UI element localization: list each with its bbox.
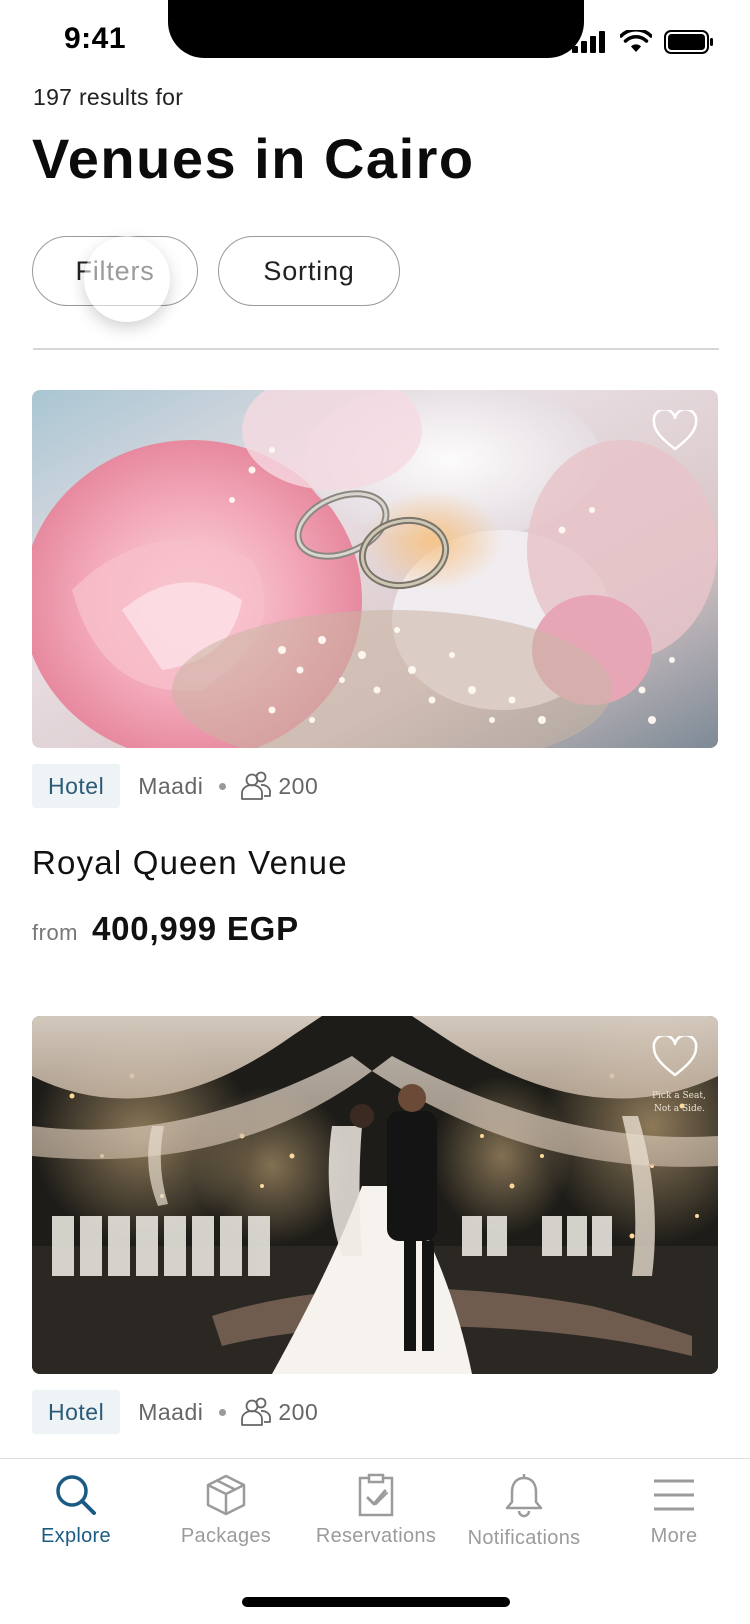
device-notch [168, 0, 584, 58]
favorite-heart-icon[interactable] [652, 1036, 698, 1078]
venue-meta: Hotel Maadi 200 [32, 1390, 318, 1434]
wifi-icon [620, 30, 652, 52]
tab-notifications[interactable]: Notifications [449, 1473, 599, 1550]
tab-label: Packages [180, 1525, 272, 1547]
tab-label: More [650, 1525, 698, 1547]
wedding-rings-photo [32, 390, 718, 748]
tab-packages[interactable]: Packages [151, 1473, 301, 1548]
home-indicator[interactable] [242, 1597, 510, 1607]
tab-label: Explore [41, 1525, 111, 1547]
venue-area: Maadi [138, 772, 204, 799]
tab-explore[interactable]: Explore [1, 1473, 151, 1548]
status-bar: 9:41 [0, 0, 750, 70]
venue-price-row: from 400,999 EGP [32, 910, 299, 948]
page-title: Venues in Cairo [32, 127, 475, 190]
price-prefix: from [32, 920, 78, 945]
venue-type-tag: Hotel [32, 1390, 121, 1434]
sorting-button[interactable]: Sorting [218, 236, 400, 306]
separator-dot [219, 782, 227, 790]
favorite-heart-icon[interactable] [652, 410, 698, 452]
svg-text:Not a Side.: Not a Side. [654, 1104, 705, 1114]
tab-label: Notifications [467, 1527, 581, 1549]
header-divider [33, 348, 719, 350]
separator-dot [219, 1408, 227, 1416]
venue-name[interactable]: Royal Queen Venue [32, 844, 348, 882]
app-screen: 9:41 197 results for Venues in Cairo Fil… [0, 0, 750, 1624]
menu-icon [654, 1479, 694, 1511]
results-count: 197 results for [33, 84, 184, 110]
tab-reservations[interactable]: Reservations [301, 1473, 451, 1548]
venue-card[interactable]: Hotel Maadi 200 Royal Queen Venue from 4… [32, 390, 718, 950]
venue-type-tag: Hotel [32, 764, 121, 808]
tab-label: Reservations [315, 1525, 437, 1547]
touch-indicator [84, 236, 170, 322]
bell-icon [505, 1474, 543, 1518]
venue-capacity: 200 [278, 1398, 319, 1425]
svg-text:Pick a Seat,: Pick a Seat, [652, 1091, 706, 1101]
tab-more[interactable]: More [599, 1473, 749, 1548]
battery-icon [664, 30, 713, 54]
venue-meta: Hotel Maadi 200 [32, 764, 318, 808]
guests-icon [241, 1397, 272, 1426]
package-box-icon [206, 1474, 246, 1516]
venue-image[interactable]: Pick a Seat, Not a Side. [32, 1016, 718, 1374]
venue-image[interactable] [32, 390, 718, 748]
venue-area: Maadi [138, 1398, 204, 1425]
clipboard-check-icon [358, 1473, 394, 1517]
wedding-couple-photo: Pick a Seat, Not a Side. [32, 1016, 718, 1374]
status-icons [572, 30, 714, 54]
venue-price: 400,999 EGP [92, 910, 299, 947]
venue-capacity: 200 [278, 772, 319, 799]
signal-icon [572, 31, 605, 53]
guests-icon [241, 771, 272, 800]
venue-card[interactable]: Pick a Seat, Not a Side. Hotel Maadi 200 [32, 1016, 718, 1456]
status-time: 9:41 [64, 22, 127, 55]
search-icon [56, 1475, 96, 1515]
